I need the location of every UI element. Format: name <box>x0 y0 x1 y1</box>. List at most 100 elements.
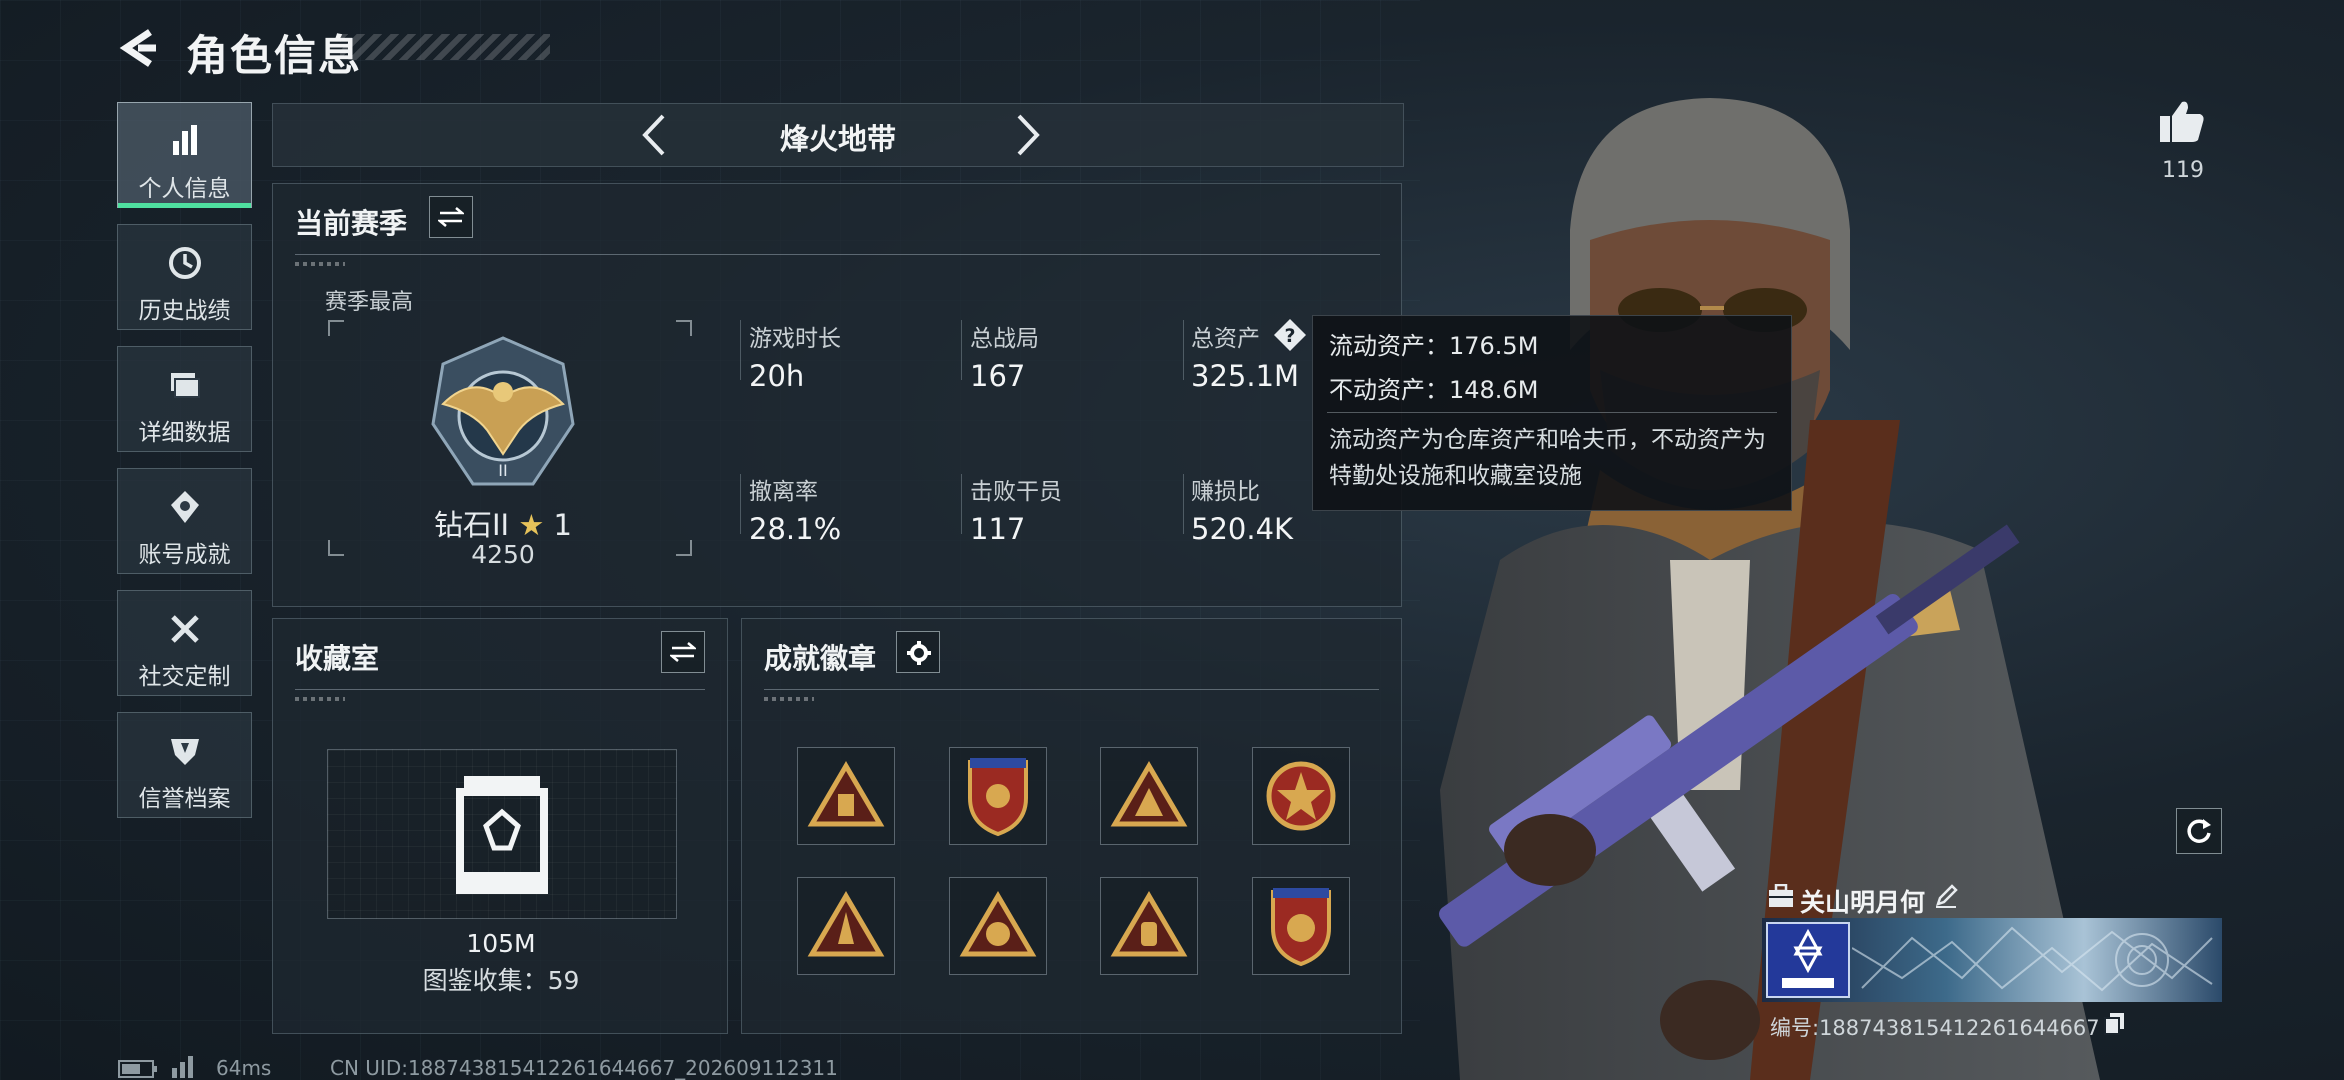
achievement-badge[interactable] <box>1100 747 1198 845</box>
rank-line: 钻石II ★ 1 <box>373 502 633 544</box>
uid-text: CN UID:188743815412261644667_20260911231… <box>330 1056 838 1080</box>
signal-icon <box>172 1056 193 1078</box>
divider <box>961 474 962 534</box>
stat-value: 167 <box>970 359 1026 393</box>
chevron-right-icon[interactable] <box>1009 112 1045 158</box>
folder-icon <box>170 373 200 398</box>
svg-text:II: II <box>498 461 507 480</box>
collection-preview[interactable] <box>327 749 677 919</box>
edit-icon[interactable] <box>1934 884 1958 908</box>
achievement-badge[interactable] <box>797 877 895 975</box>
season-best-label: 赛季最高 <box>325 290 414 315</box>
sidebar-item-achievements[interactable]: 账号成就 <box>117 468 252 574</box>
sidebar-item-reputation[interactable]: 信誉档案 <box>117 712 252 818</box>
collection-title: 收藏室 <box>295 642 380 675</box>
rank-stars: 1 <box>553 508 572 542</box>
mode-name: 烽火地带 <box>779 122 896 156</box>
page-title: 角色信息 <box>186 31 363 80</box>
sidebar-item-label: 账号成就 <box>138 542 231 568</box>
shield-badge-icon <box>968 758 1028 837</box>
ping-text: 64ms <box>216 1056 272 1080</box>
rank-emblem-icon: II <box>431 336 575 486</box>
stat-label: 赚损比 <box>1191 479 1260 505</box>
team-logo-icon <box>1782 928 1834 988</box>
triangle-badge-icon <box>807 891 885 957</box>
tools-icon <box>170 615 199 643</box>
player-banner[interactable] <box>1762 918 2222 1002</box>
stat-value: 325.1M <box>1191 359 1300 393</box>
triangle-badge-icon <box>1110 891 1188 957</box>
sidebar-item-history[interactable]: 历史战绩 <box>117 224 252 330</box>
rank-name: 钻石II <box>434 508 510 542</box>
divider-decoration <box>764 697 814 701</box>
copy-icon[interactable] <box>2104 1012 2126 1036</box>
collection-value: 105M <box>466 929 536 958</box>
title-decoration <box>340 34 550 60</box>
divider <box>961 320 962 380</box>
achievements-panel: 成就徽章 <box>741 618 1402 1034</box>
sidebar-item-label: 详细数据 <box>138 420 231 446</box>
battery-icon <box>118 1060 157 1078</box>
collection-switch-button[interactable] <box>661 631 705 673</box>
star-icon: ★ <box>518 508 545 542</box>
divider <box>1327 412 1777 413</box>
stat-label: 击败干员 <box>970 479 1062 505</box>
season-switch-button[interactable] <box>429 196 473 238</box>
season-title: 当前赛季 <box>295 207 408 240</box>
tooltip-fixed-assets: 不动资产：148.6M <box>1329 376 1539 404</box>
achievement-icon <box>170 491 199 523</box>
achievement-badge[interactable] <box>1252 877 1350 975</box>
divider <box>295 689 705 690</box>
divider <box>295 254 1380 255</box>
sidebar-item-label: 信誉档案 <box>138 786 231 812</box>
thumbs-up-icon[interactable] <box>2158 98 2206 144</box>
sidebar-item-social[interactable]: 社交定制 <box>117 590 252 696</box>
player-id: 编号:188743815412261644667 <box>1770 1016 2100 1040</box>
sidebar-item-personal-info[interactable]: 个人信息 <box>117 102 252 208</box>
gear-icon <box>907 641 931 665</box>
frame-corner <box>328 540 344 556</box>
divider <box>1183 474 1184 534</box>
tooltip-note: 流动资产为仓库资产和哈夫币，不动资产为特勤处设施和收藏室设施 <box>1329 427 1766 489</box>
sidebar-item-label: 历史战绩 <box>138 298 231 324</box>
achievements-title: 成就徽章 <box>764 642 877 675</box>
rank-score: 4250 <box>471 540 535 569</box>
achievement-badge[interactable] <box>949 877 1047 975</box>
shield-icon <box>170 739 199 765</box>
swap-icon <box>670 642 696 662</box>
stat-label: 总战局 <box>970 326 1039 352</box>
avatar <box>1766 922 1850 998</box>
refresh-button[interactable] <box>2176 808 2222 854</box>
achievement-badge[interactable] <box>797 747 895 845</box>
triangle-badge-icon <box>959 891 1037 957</box>
back-icon[interactable] <box>116 26 160 70</box>
season-panel: 当前赛季 赛季最高 II 钻石II ★ 1 4250 游戏时长 20h 总战局 … <box>272 183 1402 607</box>
achievement-badge[interactable] <box>1100 877 1198 975</box>
stat-value: 20h <box>749 359 805 393</box>
sidebar-item-label: 个人信息 <box>138 176 231 202</box>
divider <box>740 474 741 534</box>
refresh-icon <box>2187 819 2211 843</box>
history-icon <box>168 247 201 279</box>
help-icon[interactable]: ? <box>1273 318 1307 352</box>
swap-icon <box>438 207 464 227</box>
achievement-badge[interactable] <box>949 747 1047 845</box>
stat-label: 总资产 <box>1191 326 1260 352</box>
divider <box>764 689 1379 690</box>
sidebar-item-details[interactable]: 详细数据 <box>117 346 252 452</box>
stat-value: 520.4K <box>1191 512 1294 546</box>
triangle-badge-icon <box>807 761 885 827</box>
stat-label: 游戏时长 <box>749 326 841 352</box>
stat-value: 117 <box>970 512 1026 546</box>
achievements-settings-button[interactable] <box>896 631 940 673</box>
frame-corner <box>676 320 692 336</box>
achievement-badge[interactable] <box>1252 747 1350 845</box>
divider-decoration <box>295 262 345 266</box>
player-name: 关山明月何 <box>1800 888 1926 917</box>
banner-pattern <box>1852 926 2213 992</box>
mode-selector: 烽火地带 <box>272 103 1404 167</box>
tooltip-liquid-assets: 流动资产：176.5M <box>1329 332 1539 360</box>
divider <box>740 320 741 380</box>
stat-label: 撤离率 <box>749 479 818 505</box>
assets-tooltip: 流动资产：176.5M 不动资产：148.6M 流动资产为仓库资产和哈夫币，不动… <box>1312 315 1792 511</box>
